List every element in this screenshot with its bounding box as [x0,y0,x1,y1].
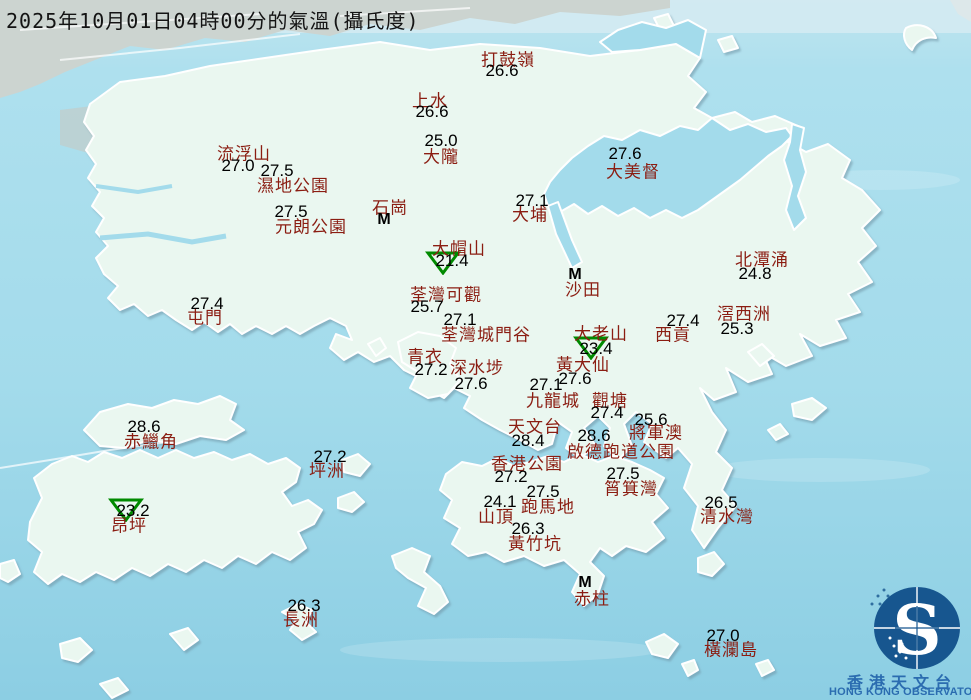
station-temperature: 25.0 [424,131,457,151]
station-temperature: 23.4 [579,339,612,359]
station-temperature: 27.4 [666,311,699,331]
hko-logo: 香港天文台 HONG KONG OBSERVATORY [833,578,971,700]
station-temperature: 27.2 [494,467,527,487]
station-temperature: 26.3 [287,596,320,616]
hong-kong-map: S [0,0,971,700]
station-temperature: 25.7 [410,297,443,317]
station-temperature: 27.1 [529,375,562,395]
station-temperature: 26.6 [485,61,518,81]
station-temperature: 28.6 [127,417,160,437]
station-temperature: 26.3 [511,519,544,539]
station-temperature: 27.6 [558,369,591,389]
station-temperature: 27.5 [260,161,293,181]
station-maintenance-flag: M [377,211,390,229]
station-temperature: 27.4 [590,403,623,423]
station-temperature: 27.2 [414,360,447,380]
station-temperature: 27.0 [706,626,739,646]
station-temperature: 26.6 [415,102,448,122]
temperature-map-page: S 2025年10月01日04時00分的氣溫(攝氏度) 打鼓嶺26.6上水26.… [0,0,971,700]
station-temperature: 25.3 [720,319,753,339]
station-temperature: 24.8 [738,264,771,284]
station-maintenance-flag: M [568,266,581,284]
station-temperature: 27.5 [606,464,639,484]
station-temperature: 27.5 [526,482,559,502]
station-temperature: 28.6 [577,426,610,446]
station-temperature: 27.2 [313,447,346,467]
station-temperature: 27.6 [454,374,487,394]
station-temperature: 28.4 [511,431,544,451]
station-temperature: 25.6 [634,410,667,430]
station-temperature: 27.4 [190,294,223,314]
station-temperature: 23.2 [116,501,149,521]
station-temperature: 27.5 [274,202,307,222]
station-temperature: 26.5 [704,493,737,513]
map-title: 2025年10月01日04時00分的氣溫(攝氏度) [6,5,420,34]
station-temperature: 27.6 [608,144,641,164]
station-temperature: 27.1 [515,191,548,211]
logo-name-english: HONG KONG OBSERVATORY [829,686,971,698]
station-maintenance-flag: M [578,574,591,592]
station-temperature: 21.4 [435,251,468,271]
station-temperature: 27.0 [221,156,254,176]
station-temperature: 24.1 [483,492,516,512]
station-temperature: 27.1 [443,310,476,330]
